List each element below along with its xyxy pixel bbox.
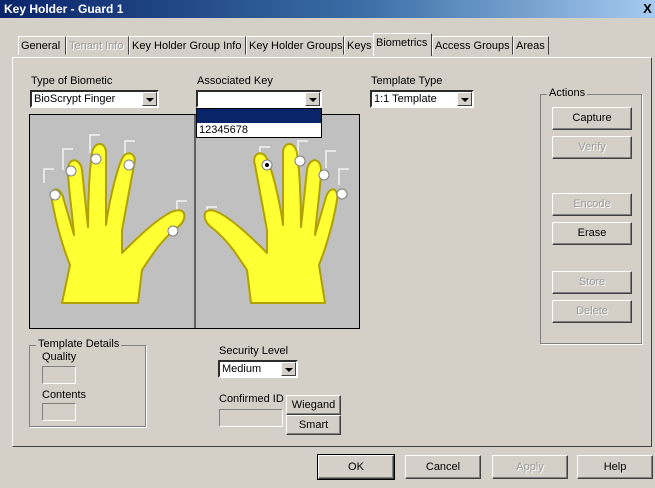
template-details-title: Template Details — [36, 338, 122, 350]
dropdown-option-12345678[interactable]: 12345678 — [197, 123, 321, 137]
smart-button[interactable]: Smart — [286, 415, 341, 435]
tab-general[interactable]: General — [18, 36, 66, 55]
template-type-value: 1:1 Template — [374, 93, 437, 105]
tab-areas[interactable]: Areas — [513, 36, 549, 55]
chevron-down-icon[interactable] — [142, 92, 157, 106]
associated-key-dropdown[interactable]: 12345678 — [196, 108, 322, 138]
actions-group-title: Actions — [547, 87, 588, 99]
quality-field — [42, 366, 76, 384]
erase-button[interactable]: Erase — [552, 222, 632, 245]
associated-key-select[interactable] — [196, 90, 322, 108]
ok-label: OK — [348, 461, 364, 473]
contents-field — [42, 403, 76, 421]
confirmed-id-field — [219, 409, 283, 427]
encode-button[interactable]: Encode — [552, 193, 632, 216]
chevron-down-icon[interactable] — [305, 92, 320, 106]
contents-label: Contents — [42, 389, 87, 401]
tab-key-holder-groups[interactable]: Key Holder Groups — [246, 36, 344, 55]
close-icon[interactable]: X — [640, 1, 655, 16]
cancel-button[interactable]: Cancel — [405, 455, 481, 479]
tab-key-holder-group-info[interactable]: Key Holder Group Info — [129, 36, 246, 55]
cancel-label: Cancel — [425, 461, 461, 473]
template-type-label: Template Type — [371, 75, 443, 87]
delete-button[interactable]: Delete — [552, 300, 632, 323]
capture-button[interactable]: Capture — [552, 107, 632, 130]
tab-access-groups[interactable]: Access Groups — [432, 36, 513, 55]
security-level-value: Medium — [222, 363, 262, 375]
hands-illustration — [43, 115, 349, 328]
confirmed-id-label: Confirmed ID — [219, 393, 284, 405]
template-type-select[interactable]: 1:1 Template — [370, 90, 474, 108]
title-bar: Key Holder - Guard 1 X — [0, 0, 655, 18]
chevron-down-icon[interactable] — [457, 92, 472, 106]
type-of-biometric-select[interactable]: BioScrypt Finger — [30, 90, 159, 108]
security-level-select[interactable]: Medium — [218, 360, 298, 378]
apply-button[interactable]: Apply — [492, 455, 568, 479]
type-of-biometric-label: Type of Biometic — [31, 75, 113, 87]
help-label: Help — [603, 461, 627, 473]
chevron-down-icon[interactable] — [281, 362, 296, 376]
tab-biometrics[interactable]: Biometrics — [373, 33, 432, 56]
tab-tenant-info: Tenant Info — [66, 36, 129, 55]
help-button[interactable]: Help — [577, 455, 653, 479]
store-button[interactable]: Store — [552, 271, 632, 294]
tab-keys[interactable]: Keys — [344, 36, 374, 55]
finger-selector[interactable] — [29, 114, 360, 329]
apply-label: Apply — [516, 461, 544, 473]
type-of-biometric-value: BioScrypt Finger — [34, 93, 116, 105]
window-title: Key Holder - Guard 1 — [4, 2, 124, 16]
ok-button[interactable]: OK — [317, 454, 395, 480]
quality-label: Quality — [42, 351, 77, 363]
associated-key-label: Associated Key — [197, 75, 273, 87]
security-level-label: Security Level — [219, 345, 289, 357]
verify-button[interactable]: Verify — [552, 136, 632, 159]
wiegand-button[interactable]: Wiegand — [286, 395, 341, 415]
dropdown-option-empty[interactable] — [197, 109, 321, 123]
